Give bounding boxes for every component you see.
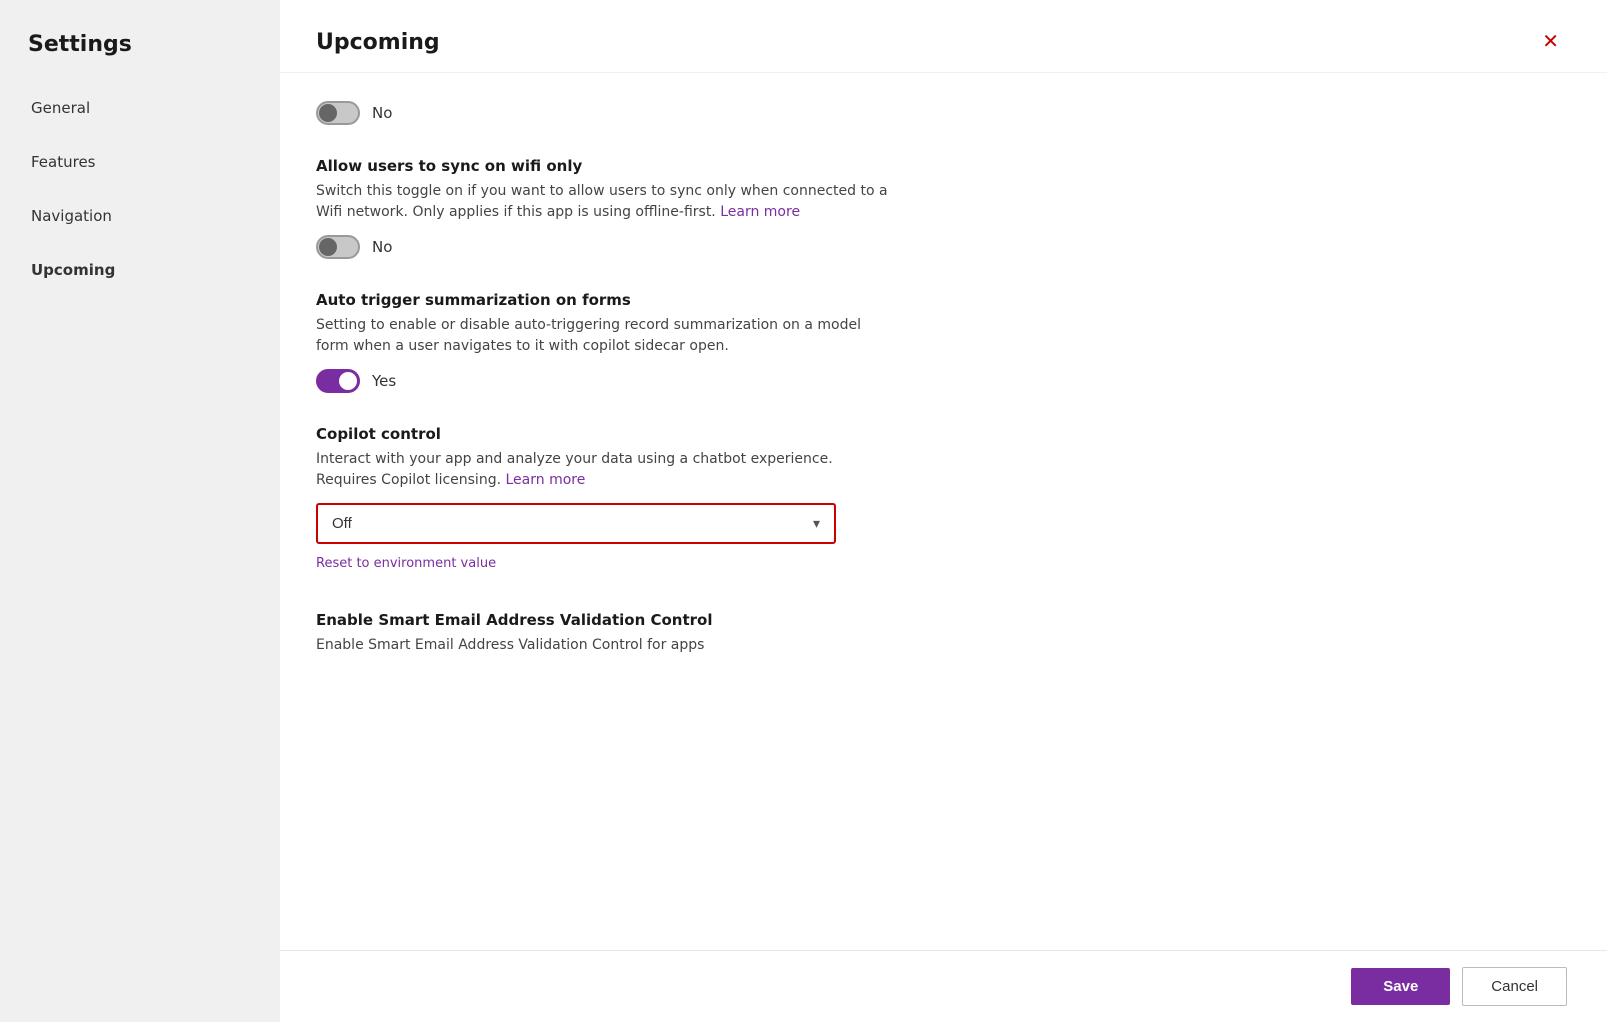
- toggle-wifi-2[interactable]: [316, 235, 360, 259]
- section-wifi-sync: Allow users to sync on wifi only Switch …: [316, 157, 1567, 259]
- toggle-auto-trigger[interactable]: [316, 369, 360, 393]
- copilot-dropdown[interactable]: Off On Default: [318, 505, 834, 542]
- reset-to-env-link[interactable]: Reset to environment value: [316, 556, 496, 571]
- sidebar-title: Settings: [0, 0, 280, 81]
- save-button[interactable]: Save: [1351, 968, 1450, 1005]
- wifi-sync-desc: Switch this toggle on if you want to all…: [316, 181, 896, 223]
- copilot-dropdown-wrapper: Off On Default ▾: [316, 503, 836, 544]
- close-button[interactable]: ✕: [1534, 28, 1567, 56]
- section-first-toggle: No: [316, 101, 1567, 125]
- email-validation-desc: Enable Smart Email Address Validation Co…: [316, 635, 896, 656]
- sidebar: Settings General Features Navigation Upc…: [0, 0, 280, 1022]
- page-title: Upcoming: [316, 30, 440, 55]
- section-email-validation: Enable Smart Email Address Validation Co…: [316, 611, 1567, 656]
- section-auto-trigger: Auto trigger summarization on forms Sett…: [316, 291, 1567, 393]
- sidebar-item-features[interactable]: Features: [0, 135, 280, 189]
- toggle-row-auto-trigger: Yes: [316, 369, 1567, 393]
- toggle-wifi-1-label: No: [372, 104, 392, 122]
- main-content[interactable]: No Allow users to sync on wifi only Swit…: [280, 73, 1607, 950]
- sidebar-nav: General Features Navigation Upcoming: [0, 81, 280, 297]
- copilot-heading: Copilot control: [316, 425, 1567, 443]
- toggle-track-wifi-1: [316, 101, 360, 125]
- toggle-track-wifi-2: [316, 235, 360, 259]
- toggle-thumb-wifi-1: [319, 104, 337, 122]
- wifi-sync-heading: Allow users to sync on wifi only: [316, 157, 1567, 175]
- auto-trigger-desc: Setting to enable or disable auto-trigge…: [316, 315, 896, 357]
- copilot-learn-more[interactable]: Learn more: [506, 472, 586, 488]
- sidebar-item-upcoming[interactable]: Upcoming: [0, 243, 280, 297]
- toggle-track-auto-trigger: [316, 369, 360, 393]
- email-validation-heading: Enable Smart Email Address Validation Co…: [316, 611, 1567, 629]
- section-copilot: Copilot control Interact with your app a…: [316, 425, 1567, 579]
- toggle-wifi-2-label: No: [372, 238, 392, 256]
- wifi-sync-learn-more[interactable]: Learn more: [720, 204, 800, 220]
- toggle-auto-trigger-label: Yes: [372, 372, 396, 390]
- toggle-row-wifi-2: No: [316, 235, 1567, 259]
- sidebar-item-navigation[interactable]: Navigation: [0, 189, 280, 243]
- copilot-desc: Interact with your app and analyze your …: [316, 449, 896, 491]
- toggle-thumb-auto-trigger: [339, 372, 357, 390]
- toggle-wifi-1[interactable]: [316, 101, 360, 125]
- sidebar-item-general[interactable]: General: [0, 81, 280, 135]
- main-footer: Save Cancel: [280, 950, 1607, 1022]
- main-header: Upcoming ✕: [280, 0, 1607, 73]
- main-panel: Upcoming ✕ No Allow users to sync on wif…: [280, 0, 1607, 1022]
- toggle-row-wifi-1: No: [316, 101, 1567, 125]
- auto-trigger-heading: Auto trigger summarization on forms: [316, 291, 1567, 309]
- cancel-button[interactable]: Cancel: [1462, 967, 1567, 1006]
- toggle-thumb-wifi-2: [319, 238, 337, 256]
